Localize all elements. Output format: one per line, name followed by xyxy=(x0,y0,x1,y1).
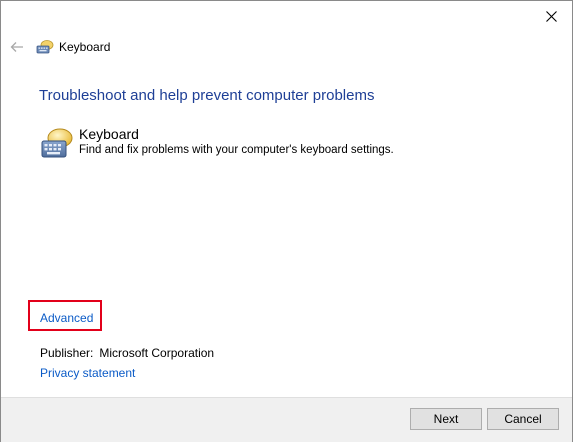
troubleshooter-title: Keyboard xyxy=(79,126,139,142)
next-button[interactable]: Next xyxy=(410,408,482,430)
window-title: Keyboard xyxy=(59,40,111,54)
footer-bar: Next Cancel xyxy=(1,397,572,442)
keyboard-icon xyxy=(36,40,54,54)
page-heading: Troubleshoot and help prevent computer p… xyxy=(39,87,375,104)
troubleshooter-item-text: Keyboard Find and fix problems with your… xyxy=(79,125,394,158)
publisher-info: Publisher: Microsoft Corporation xyxy=(40,346,214,360)
cancel-button[interactable]: Cancel xyxy=(487,408,559,430)
troubleshooter-item: Keyboard Find and fix problems with your… xyxy=(40,125,394,161)
close-icon xyxy=(545,10,557,22)
window-header: Keyboard xyxy=(7,37,110,57)
privacy-statement-link[interactable]: Privacy statement xyxy=(40,366,135,380)
troubleshooter-window: Keyboard Troubleshoot and help prevent c… xyxy=(0,0,573,442)
back-button[interactable] xyxy=(7,37,27,57)
back-arrow-icon xyxy=(10,42,23,52)
close-button[interactable] xyxy=(536,5,566,27)
keyboard-troubleshooter-icon xyxy=(41,128,73,158)
troubleshooter-description: Find and fix problems with your computer… xyxy=(79,144,394,156)
advanced-link[interactable]: Advanced xyxy=(40,311,93,325)
publisher-value: Microsoft Corporation xyxy=(99,346,215,360)
publisher-label: Publisher: xyxy=(40,346,94,360)
